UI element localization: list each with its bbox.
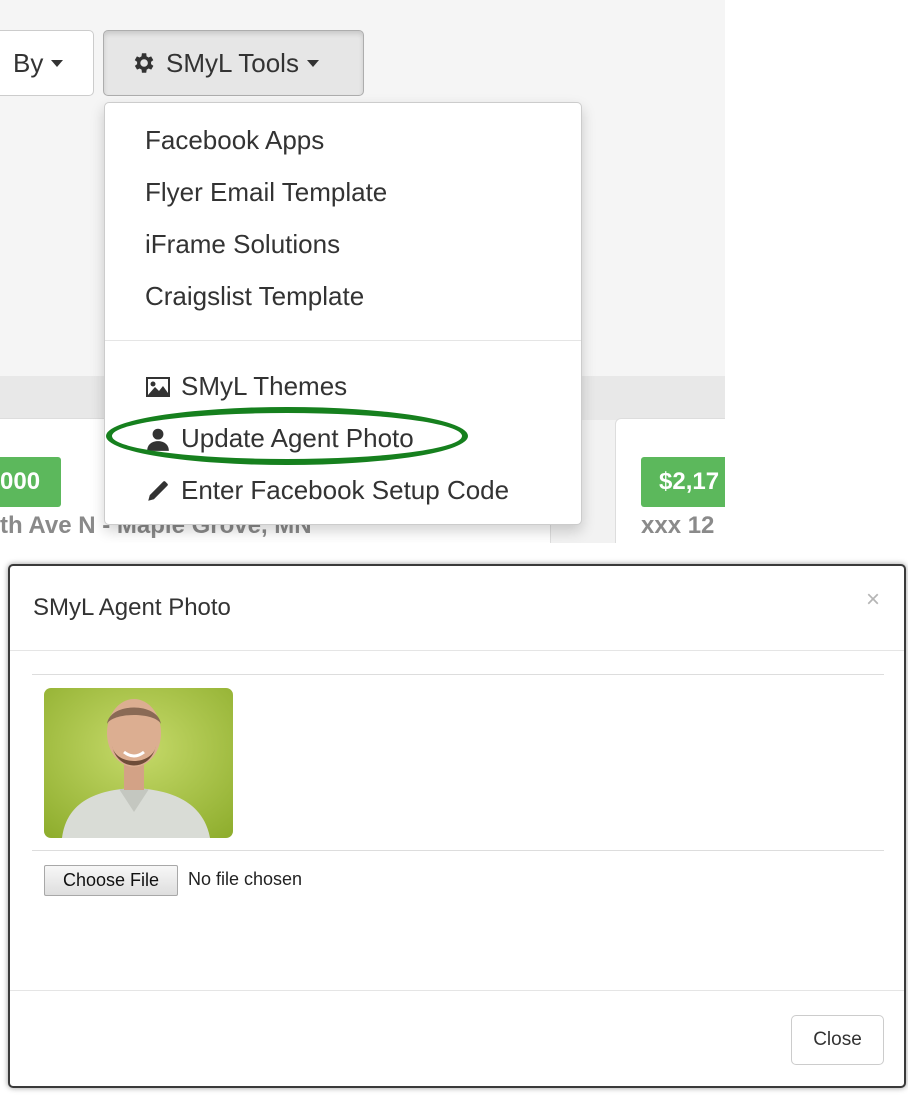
modal-footer-divider [10,990,904,991]
divider [32,850,884,851]
agent-photo-modal: SMyL Agent Photo × Choose File No file c… [8,564,906,1088]
menu-item-facebook-apps[interactable]: Facebook Apps [145,125,324,156]
modal-title: SMyL Agent Photo [33,594,231,621]
listing-toolbar-area: 000 $2,17 th Ave N - Maple Grove, MN xxx… [0,0,725,543]
caret-down-icon [51,59,64,67]
pencil-icon [145,478,171,504]
sort-by-button[interactable]: By [0,30,94,96]
close-button[interactable]: Close [791,1015,884,1065]
smyl-tools-label: SMyL Tools [166,47,299,78]
menu-item-craigslist-template[interactable]: Craigslist Template [145,281,364,312]
menu-item-smyl-themes[interactable]: SMyL Themes [145,371,347,402]
menu-item-enter-facebook-setup-code[interactable]: Enter Facebook Setup Code [145,475,509,506]
smyl-tools-button[interactable]: SMyL Tools [103,30,364,96]
menu-item-flyer-email-template[interactable]: Flyer Email Template [145,177,387,208]
modal-header-divider [10,650,904,651]
price-badge: $2,17 [641,457,725,507]
agent-photo-image [44,688,233,838]
annotation-highlight-ring [106,407,468,465]
caret-down-icon [306,59,319,67]
menu-divider [105,340,581,341]
file-status-text: No file chosen [188,869,303,889]
menu-item-iframe-solutions[interactable]: iFrame Solutions [145,229,340,260]
sort-by-label: By [13,47,44,78]
close-icon[interactable]: × [866,586,880,614]
listing-address[interactable]: xxx 12 [641,512,714,540]
picture-icon [145,376,171,398]
gear-icon [130,50,156,76]
divider [32,674,884,675]
choose-file-button[interactable]: Choose File [44,865,178,896]
price-badge: 000 [0,457,61,507]
